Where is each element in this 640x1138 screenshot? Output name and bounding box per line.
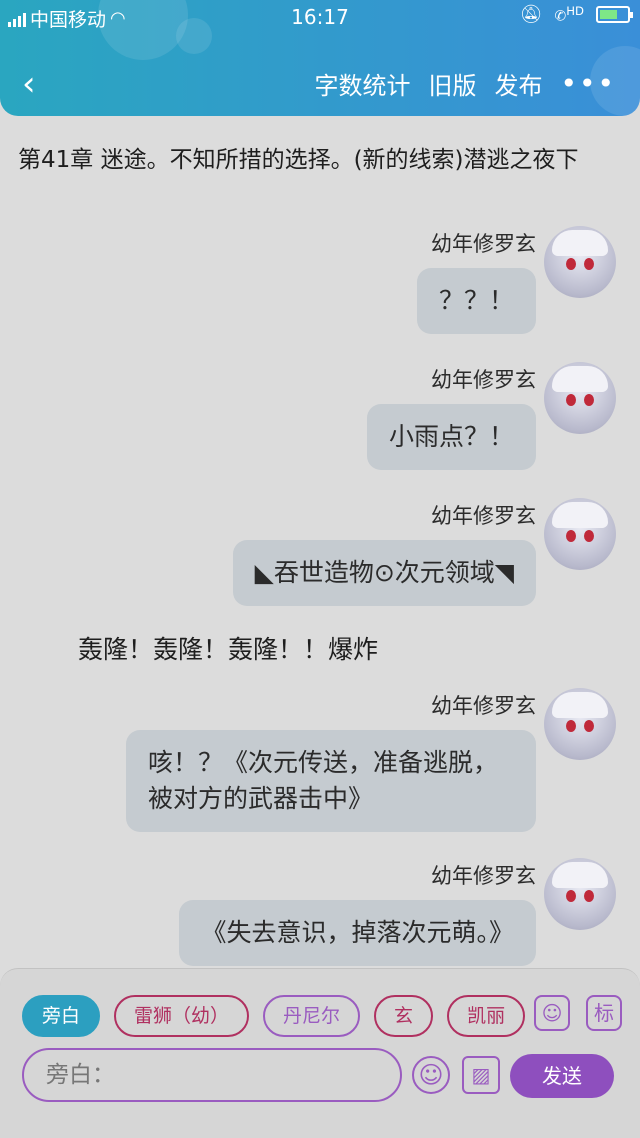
word-count-button[interactable]: 字数统计 xyxy=(314,66,410,101)
sender-name: 幼年修罗玄 xyxy=(431,694,536,718)
message-3: 幼年修罗玄 ◣吞世造物⊙次元领域◥ xyxy=(232,500,536,606)
more-icon[interactable]: ••• xyxy=(560,67,616,100)
person-icon[interactable]: ☺ xyxy=(534,995,570,1031)
nav-actions: 字数统计 旧版 发布 ••• xyxy=(314,66,616,101)
message-4: 幼年修罗玄 咳！？《次元传送，准备逃脱，被对方的武器击中》 xyxy=(126,690,536,832)
message-2: 幼年修罗玄 小雨点？！ xyxy=(366,364,536,470)
avatar[interactable] xyxy=(544,498,616,570)
tag-button[interactable]: 标 xyxy=(586,995,622,1031)
message-bubble[interactable]: 咳！？《次元传送，准备逃脱，被对方的武器击中》 xyxy=(126,730,536,832)
sender-name: 幼年修罗玄 xyxy=(431,368,536,392)
status-right: 🔕︎ ✆HD xyxy=(519,4,633,25)
avatar[interactable] xyxy=(544,226,616,298)
sender-name: 幼年修罗玄 xyxy=(431,864,536,888)
chip-leishi[interactable]: 雷狮（幼） xyxy=(114,995,250,1037)
message-bubble[interactable]: 《失去意识，掉落次元萌。》 xyxy=(179,900,536,966)
chevron-left-icon[interactable]: ‹ xyxy=(22,64,36,104)
message-input[interactable] xyxy=(22,1048,402,1102)
avatar[interactable] xyxy=(544,362,616,434)
narration-text[interactable]: 轰隆！轰隆！轰隆！！爆炸 xyxy=(78,630,378,666)
chip-narrator[interactable]: 旁白 xyxy=(22,995,101,1037)
chip-xuan[interactable]: 玄 xyxy=(374,995,434,1037)
image-icon[interactable]: ▨ xyxy=(462,1056,500,1094)
old-version-button[interactable]: 旧版 xyxy=(428,66,476,101)
chip-kaili[interactable]: 凯丽 xyxy=(447,995,526,1037)
avatar[interactable] xyxy=(544,858,616,930)
role-chips: 旁白 雷狮（幼） 丹尼尔 玄 凯丽 xyxy=(22,995,526,1037)
chip-daniel[interactable]: 丹尼尔 xyxy=(263,995,361,1037)
avatar[interactable] xyxy=(544,688,616,760)
message-5: 幼年修罗玄 《失去意识，掉落次元萌。》 xyxy=(179,860,536,966)
sender-name: 幼年修罗玄 xyxy=(431,504,536,528)
hd-label: HD xyxy=(566,4,584,19)
message-bubble[interactable]: ◣吞世造物⊙次元领域◥ xyxy=(232,540,536,606)
message-1: 幼年修罗玄 ？？！ xyxy=(416,228,536,334)
battery-fill xyxy=(600,10,617,19)
message-bubble[interactable]: ？？！ xyxy=(416,268,536,334)
status-bar: 中国移动 ◠ 16:17 🔕︎ ✆HD xyxy=(0,0,640,36)
smiley-icon[interactable]: ☺ xyxy=(412,1056,450,1094)
hd-call-icon: ✆HD xyxy=(554,4,584,25)
sender-name: 幼年修罗玄 xyxy=(431,232,536,256)
message-bubble[interactable]: 小雨点？！ xyxy=(366,404,536,470)
publish-button[interactable]: 发布 xyxy=(494,66,542,101)
chapter-title: 第41章 迷途。不知所措的选择。(新的线索)潜逃之夜下 xyxy=(18,147,579,173)
send-button[interactable]: 发送 xyxy=(510,1054,614,1098)
nav-bar: ‹ 字数统计 旧版 发布 ••• xyxy=(0,60,640,106)
battery-icon xyxy=(596,6,633,23)
bell-mute-icon: 🔕︎ xyxy=(519,4,543,25)
header: 中国移动 ◠ 16:17 🔕︎ ✆HD ‹ 字数统计 旧版 发布 ••• xyxy=(0,0,640,116)
